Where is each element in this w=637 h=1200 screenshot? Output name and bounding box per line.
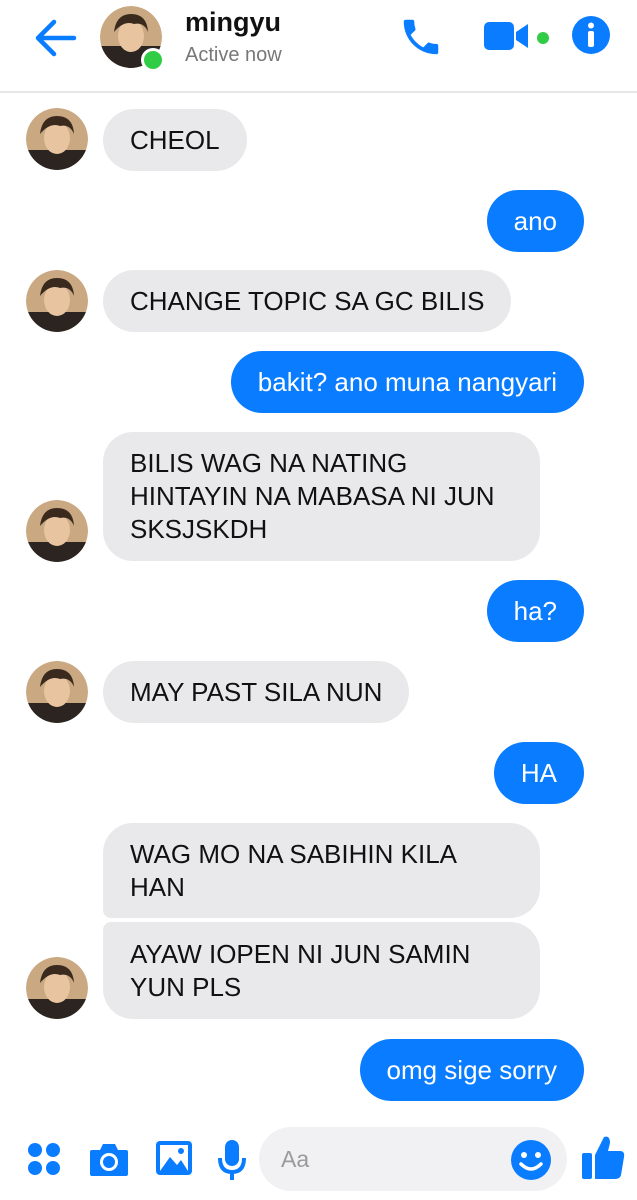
incoming-message[interactable]: CHEOL bbox=[103, 109, 247, 171]
incoming-message[interactable]: AYAW IOPEN NI JUN SAMIN YUN PLS bbox=[103, 922, 540, 1019]
info-icon bbox=[572, 16, 610, 54]
like-button[interactable] bbox=[580, 1133, 626, 1181]
chat-header: mingyu Active now bbox=[0, 0, 637, 93]
message-composer bbox=[0, 1118, 637, 1200]
gallery-button[interactable] bbox=[154, 1139, 194, 1177]
online-status-indicator bbox=[141, 48, 165, 72]
contact-name[interactable]: mingyu bbox=[185, 7, 281, 38]
outgoing-message[interactable]: omg sige sorry bbox=[359, 1039, 584, 1101]
microphone-icon bbox=[218, 1140, 246, 1180]
camera-button[interactable] bbox=[88, 1140, 130, 1178]
video-call-button[interactable] bbox=[482, 18, 532, 54]
outgoing-message[interactable]: HA bbox=[493, 742, 584, 804]
voice-call-button[interactable] bbox=[398, 14, 444, 60]
incoming-message[interactable]: WAG MO NA SABIHIN KILA HAN bbox=[103, 823, 540, 918]
camera-icon bbox=[90, 1144, 128, 1176]
emoji-icon bbox=[511, 1140, 551, 1180]
sender-avatar[interactable] bbox=[26, 500, 88, 562]
incoming-message[interactable]: BILIS WAG NA NATING HINTAYIN NA MABASA N… bbox=[103, 432, 540, 561]
gallery-icon bbox=[156, 1141, 192, 1175]
back-arrow-icon bbox=[35, 19, 77, 57]
incoming-message[interactable]: MAY PAST SILA NUN bbox=[103, 661, 410, 723]
sender-avatar[interactable] bbox=[26, 108, 88, 170]
incoming-message[interactable]: CHANGE TOPIC SA GC BILIS bbox=[103, 270, 512, 332]
video-camera-icon bbox=[484, 22, 528, 50]
video-online-indicator bbox=[535, 30, 551, 46]
active-status: Active now bbox=[185, 44, 282, 66]
apps-button[interactable] bbox=[26, 1141, 62, 1177]
outgoing-message[interactable]: ha? bbox=[486, 580, 584, 642]
back-button[interactable] bbox=[34, 18, 78, 58]
emoji-button[interactable] bbox=[510, 1139, 551, 1180]
phone-icon bbox=[403, 19, 439, 55]
apps-icon bbox=[28, 1143, 60, 1175]
message-thread[interactable]: CHEOL ano CHANGE TOPIC SA GC BILIS bakit… bbox=[0, 95, 637, 1115]
outgoing-message[interactable]: ano bbox=[486, 190, 584, 252]
sender-avatar[interactable] bbox=[26, 270, 88, 332]
message-input-field[interactable] bbox=[259, 1127, 567, 1191]
like-thumb-icon bbox=[582, 1136, 625, 1179]
sender-avatar[interactable] bbox=[26, 957, 88, 1019]
message-input[interactable] bbox=[281, 1127, 481, 1191]
sender-avatar[interactable] bbox=[26, 661, 88, 723]
microphone-button[interactable] bbox=[217, 1138, 247, 1182]
info-button[interactable] bbox=[571, 15, 611, 55]
outgoing-message[interactable]: bakit? ano muna nangyari bbox=[230, 351, 584, 413]
